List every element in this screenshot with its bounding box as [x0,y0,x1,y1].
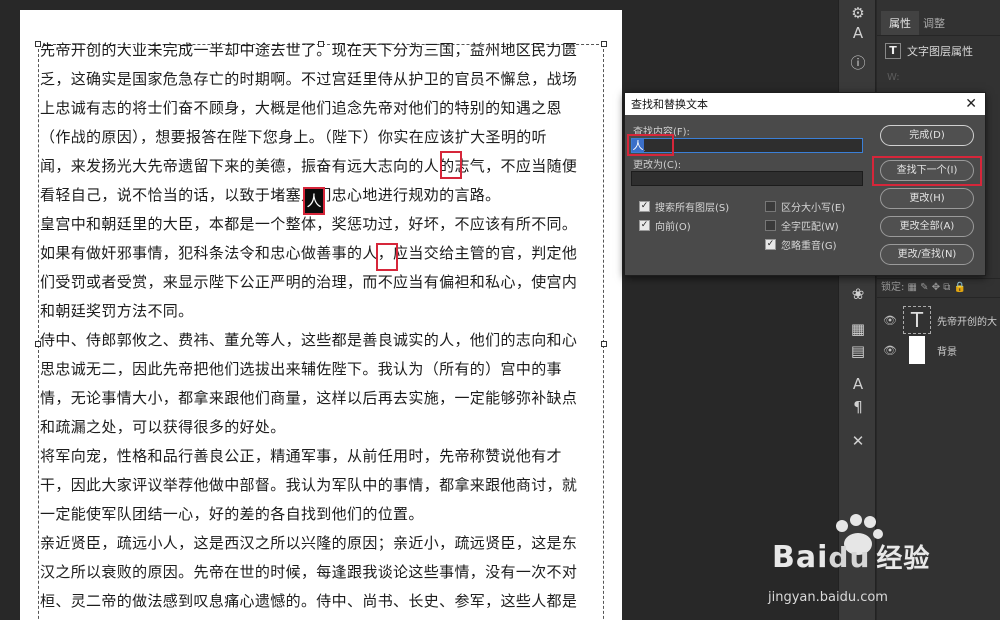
change-button[interactable]: 更改(H) [880,188,974,209]
doc-line: 情，无论事情大小，都拿来跟他们商量，这样以后再去实施，一定能够弥补缺点 [40,389,578,407]
doc-line: 思忠诚无二，因此先帝把他们选拔出来辅佐陛下。我认为（所有的）宫中的事 [40,360,562,378]
eye-icon[interactable]: 👁 [881,314,899,327]
find-highlight-box [627,134,674,156]
option-forward[interactable]: ✓ 向前(O) [639,218,691,233]
checkbox[interactable]: ✓ [639,220,650,231]
baidu-watermark: Baidu 经验 jingyan.baidu.com [758,512,998,620]
option-whole-word[interactable]: 全字匹配(W) [765,218,839,233]
brand-cn: 经验 [876,544,931,574]
doc-line: （作战的原因），想要报答在陛下您身上。（陛下）你实在应该扩大圣明的听 [40,128,547,146]
option-label: 全字匹配(W) [781,222,839,233]
notes-icon[interactable]: ▤ [847,340,869,362]
checkbox[interactable] [765,201,776,212]
doc-line: 一定能使军队团结一心，好的差的各自找到他们的位置。 [40,505,424,523]
watermark-url: jingyan.baidu.com [768,590,888,605]
brand-latin: Bai [772,540,829,575]
character-icon[interactable]: A [847,373,869,395]
dialog-title: 查找和替换文本 [631,98,708,111]
current-match-highlight: 人 [303,187,325,215]
checkbox[interactable]: ✓ [765,239,776,250]
option-label: 区分大小写(E) [781,203,846,214]
layer-item-background[interactable]: 👁 背景 [877,332,1000,368]
adjust-icon[interactable]: ⚙ [847,2,869,24]
paragraph-icon[interactable]: ¶ [847,396,869,418]
option-ignore-accents[interactable]: ✓ 忽略重音(G) [765,237,837,252]
info-icon[interactable]: ⓘ [847,52,869,74]
option-case-sensitive[interactable]: 区分大小写(E) [765,199,845,214]
tab-adjustments[interactable]: 调整 [919,15,953,35]
doc-line: 和疏漏之处，可以获得很多的好处。 [40,418,286,436]
doc-line: 上忠诚有志的将士们奋不顾身，大概是他们追念先帝对他们的特别的知遇之恩 [40,99,562,117]
props-tabs: 属性 调整 [877,0,1000,36]
checkbox[interactable] [765,220,776,231]
layers-lock-row: 锁定: ▦ ✎ ✥ ⧉ 🔒 [877,278,1000,298]
doc-line: 乏，这确实是国家危急存亡的时期啊。不过宫廷里侍从护卫的官员不懈怠，战场 [40,70,578,88]
change-all-button[interactable]: 更改全部(A) [880,216,974,237]
find-replace-dialog: 查找和替换文本 ✕ 查找内容(F): 人 更改为(C): ✓ 搜索所有图层(S)… [624,92,986,276]
option-label: 搜索所有图层(S) [655,203,730,214]
find-next-button[interactable]: 查找下一个(I) [880,160,974,181]
doc-line: 如果有做奸邪事情，犯科条法令和忠心做善事的人，应当交给主管的官，判定他 [40,244,578,262]
done-button[interactable]: 完成(D) [880,125,974,146]
doc-line: 和朝廷奖罚方法不同。 [40,302,194,320]
change-find-button[interactable]: 更改/查找(N) [880,244,974,265]
checkbox[interactable]: ✓ [639,201,650,212]
option-label: 向前(O) [655,222,691,233]
paint-icon[interactable]: ❀ [847,283,869,305]
dialog-titlebar: 查找和替换文本 ✕ [625,93,985,115]
doc-line: 们受罚或者受赏，来显示陛下公正严明的治理，而不应当有偏袒和私心，使宫内 [40,273,578,291]
doc-line: 亲近贤臣，疏远小人，这是西汉之所以兴隆的原因；亲近小，疏远贤臣，这是东 [40,534,578,552]
tools-icon[interactable]: ✕ [847,430,869,452]
doc-line: 闻，来发扬光大先帝遗留下来的美德，振奋有远大志向的人的志气，不应当随便 [40,157,578,175]
option-label: 忽略重音(G) [781,241,837,252]
background-layer-thumb [909,336,925,364]
document-text[interactable]: 先帝开创的大业未完成一半却中途去世了。现在天下分为三国，益州地区民力匮 乏，这确… [40,36,602,616]
doc-line: 先帝开创的大业未完成一半却中途去世了。现在天下分为三国，益州地区民力匮 [40,41,578,59]
props-title-label: 文字图层属性 [907,45,973,58]
replace-label: 更改为(C): [633,160,682,171]
props-faint-row: W: [887,72,900,83]
replace-input[interactable] [631,171,863,186]
layer-name: 先帝开创的大 [937,316,997,328]
close-icon[interactable]: ✕ [965,96,977,112]
watermark-brand: Baidu 经验 [772,540,931,575]
character-style-icon[interactable]: A [847,22,869,44]
doc-line: 干，因此大家评议举荐他做中部督。我认为军队中的事情，都拿来跟他商讨，就 [40,476,578,494]
tab-properties[interactable]: 属性 [881,11,919,35]
match-marker [376,243,398,271]
props-title: T 文字图层属性 [885,40,997,62]
option-search-all-layers[interactable]: ✓ 搜索所有图层(S) [639,199,729,214]
match-marker [440,151,462,179]
doc-line: 汉之所以衰败的原因。先帝在世的时候，每逢跟我谈论这些事情，没有一次不对 [40,563,578,581]
text-layer-thumb: T [903,306,931,334]
doc-line: 桓、灵二帝的做法感到叹息痛心遗憾的。侍中、尚书、长史、参军，这些人都是 [40,592,578,610]
layers-icon[interactable]: ▦ [847,318,869,340]
doc-line: 侍中、侍郎郭攸之、费祎、董允等人，这些都是善良诚实的人，他们的志向和心 [40,331,578,349]
document-page[interactable]: 先帝开创的大业未完成一半却中途去世了。现在天下分为三国，益州地区民力匮 乏，这确… [20,10,622,620]
eye-icon[interactable]: 👁 [881,344,899,357]
layer-name: 背景 [937,346,957,358]
doc-line: 将军向宠，性格和品行善良公正，精通军事，从前任用时，先帝称赞说他有才 [40,447,562,465]
text-layer-icon: T [885,43,901,59]
